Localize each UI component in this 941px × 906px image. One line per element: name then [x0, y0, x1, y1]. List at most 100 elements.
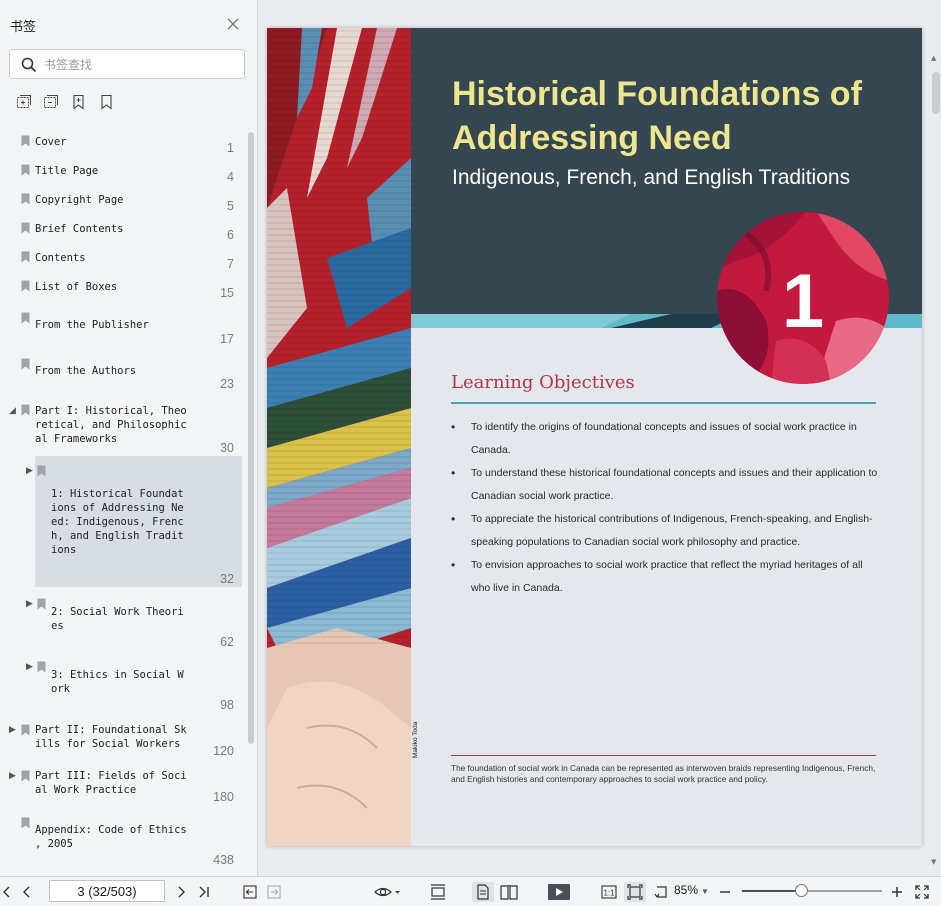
bookmark-label: Part I: Historical, Theo retical, and Ph…: [35, 405, 187, 445]
bookmark-label: Cover: [35, 136, 67, 148]
read-mode-button[interactable]: [372, 882, 402, 902]
chapter-number: 1: [782, 259, 824, 344]
pdf-page: Historical Foundations of Addressing Nee…: [267, 28, 922, 846]
bookmark-icon: [21, 193, 30, 205]
chapter-number-badge: 1: [717, 212, 889, 384]
first-page-button[interactable]: [0, 882, 14, 902]
bookmark-page: 180: [213, 790, 234, 804]
bookmark-scrollbar[interactable]: [248, 132, 254, 744]
bookmark-label: From the Authors: [35, 365, 137, 377]
two-page-button[interactable]: [498, 882, 520, 902]
minus-icon: [720, 891, 730, 893]
bookmark-page: 438: [213, 853, 234, 867]
zoom-out-button[interactable]: [716, 882, 734, 902]
bookmark-icon: [21, 724, 30, 736]
fullscreen-button[interactable]: [912, 882, 932, 902]
bookmark-page: 5: [227, 199, 234, 213]
learning-objectives-list: To identify the origins of foundational …: [451, 416, 881, 600]
zoom-level[interactable]: 85% ▼: [674, 883, 709, 897]
expand-arrow-icon[interactable]: ▶: [26, 662, 33, 672]
expand-all-icon[interactable]: [15, 93, 33, 111]
fit-width-icon: [431, 884, 445, 900]
actual-size-icon: 1:1: [601, 885, 617, 899]
bookmark-list: Cover 1 Title Page 4 Copyright Page 5 Br…: [0, 122, 258, 876]
caption-rule: [451, 755, 876, 756]
forward-icon: [267, 885, 281, 899]
bookmark-label: Part II: Foundational Sk ills for Social…: [35, 724, 187, 750]
bookmark-page: 120: [213, 744, 234, 758]
slideshow-button[interactable]: [546, 882, 572, 902]
bookmark-page: 6: [227, 228, 234, 242]
svg-text:1:1: 1:1: [603, 889, 615, 898]
zoom-value: 85%: [674, 883, 699, 897]
page-number-input[interactable]: [49, 880, 165, 902]
single-page-button[interactable]: [472, 882, 494, 902]
actual-size-button[interactable]: 1:1: [598, 882, 620, 902]
photo-caption: The foundation of social work in Canada …: [451, 763, 876, 784]
forward-button[interactable]: [264, 882, 284, 902]
chapter-title: Historical Foundations of Addressing Nee…: [452, 75, 862, 157]
last-page-icon: [199, 886, 209, 898]
fit-page-button[interactable]: [624, 882, 646, 902]
expand-arrow-icon[interactable]: ▶: [9, 771, 16, 781]
objective-item: To envision approaches to social work pr…: [451, 554, 881, 600]
expand-arrow-icon[interactable]: ▶: [9, 725, 16, 735]
chapter-subtitle: Indigenous, French, and English Traditio…: [452, 166, 851, 189]
chevron-right-icon: [178, 886, 185, 898]
bookmark-icon: [21, 135, 30, 147]
bookmark-page: 17: [220, 332, 234, 346]
expand-arrow-icon[interactable]: ▶: [26, 466, 33, 476]
plus-icon: [892, 887, 902, 897]
add-bookmark-icon[interactable]: [70, 93, 88, 111]
play-icon: [548, 884, 570, 900]
bookmark-icon: [21, 770, 30, 782]
photo-credit: Makiko Toda: [412, 721, 419, 758]
single-page-icon: [477, 884, 489, 900]
prev-page-button[interactable]: [18, 882, 36, 902]
rotate-button[interactable]: [651, 882, 671, 902]
collapse-arrow-icon[interactable]: ◢: [9, 406, 16, 416]
scroll-down-arrow-icon[interactable]: ▼: [931, 858, 936, 866]
learning-objectives-title: Learning Objectives: [451, 372, 635, 393]
bookmark-label: 1: Historical Foundat ions of Addressing…: [51, 488, 184, 556]
bookmark-label: 2: Social Work Theori es: [51, 606, 184, 632]
search-icon: [21, 57, 37, 73]
document-view[interactable]: Historical Foundations of Addressing Nee…: [259, 0, 941, 876]
bookmark-icon: [37, 465, 46, 477]
bookmark-search-input[interactable]: [44, 55, 234, 75]
bookmark-label: Brief Contents: [35, 223, 124, 235]
bookmark-label: Copyright Page: [35, 194, 124, 206]
bookmark-page: 62: [220, 635, 234, 649]
close-icon[interactable]: [225, 16, 241, 32]
bookmark-icon[interactable]: [98, 93, 116, 111]
expand-arrow-icon[interactable]: ▶: [26, 599, 33, 609]
last-page-button[interactable]: [194, 882, 214, 902]
bookmark-page: 98: [220, 698, 234, 712]
zoom-slider-knob[interactable]: [794, 884, 808, 897]
scroll-up-arrow-icon[interactable]: ▲: [931, 54, 936, 62]
bookmark-search-box[interactable]: [9, 49, 245, 79]
section-rule: [451, 402, 876, 404]
document-scrollbar-thumb[interactable]: [932, 72, 940, 114]
bookmark-icon: [21, 404, 30, 416]
rotate-icon: [654, 886, 667, 898]
back-button[interactable]: [240, 882, 260, 902]
objective-item: To identify the origins of foundational …: [451, 416, 881, 462]
bookmark-page: 4: [227, 170, 234, 184]
bookmark-label: Appendix: Code of Ethics , 2005: [35, 824, 187, 850]
chevron-left-icon: [3, 886, 10, 898]
collapse-all-icon[interactable]: [42, 93, 60, 111]
bookmark-page: 23: [220, 377, 234, 391]
eye-icon: [374, 887, 400, 897]
bookmark-icon: [37, 661, 46, 673]
fit-width-button[interactable]: [427, 882, 449, 902]
woven-textile-photo: [267, 28, 411, 846]
next-page-button[interactable]: [172, 882, 190, 902]
bookmark-icon: [21, 358, 30, 370]
bookmark-page: 7: [227, 257, 234, 271]
chevron-down-icon: ▼: [701, 887, 709, 896]
bookmark-icon: [21, 817, 30, 829]
bookmarks-panel: 书签 书签查找 Cover 1 Title Page 4 Copyright P…: [0, 0, 258, 876]
zoom-in-button[interactable]: [888, 882, 906, 902]
zoom-slider-fill: [742, 890, 801, 892]
